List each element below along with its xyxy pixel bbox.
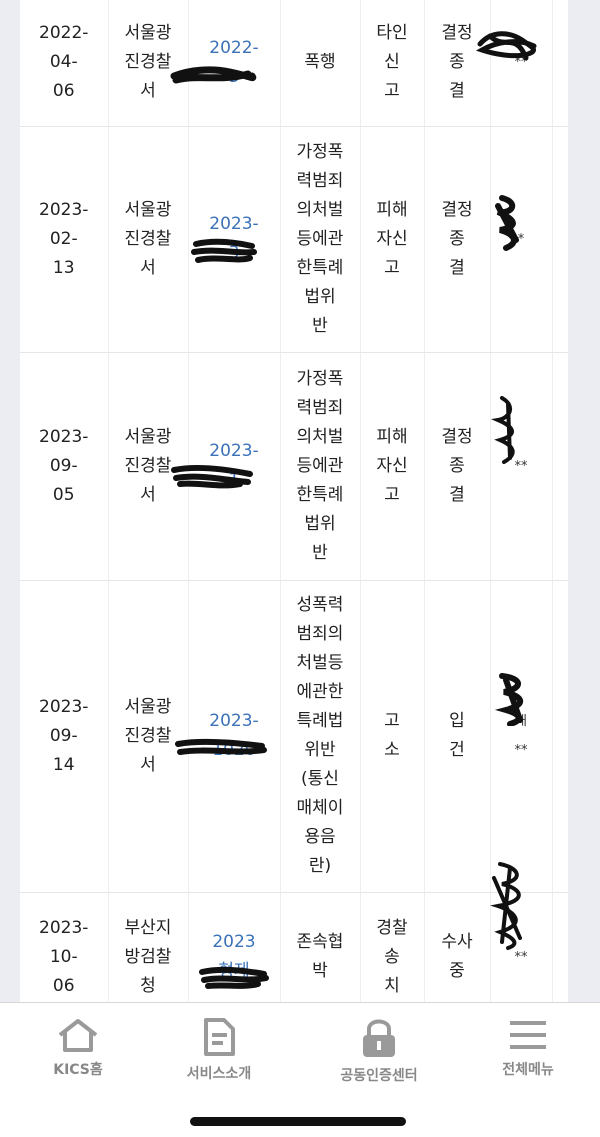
- charge-cell: 존속협 박: [280, 892, 361, 1002]
- left-margin: [0, 0, 20, 1002]
- agency-cell: 서울광 진경찰 서: [108, 126, 189, 353]
- table-row: 2023- 09- 05 서울광 진경찰 서 2023- 1 가정폭 력범죄 의…: [20, 352, 568, 581]
- agency-cell: 부산지 방검찰 청: [108, 892, 189, 1002]
- overflow-cell: [552, 352, 568, 581]
- receipt-type-cell: 피해 자신 고: [360, 352, 425, 581]
- home-indicator[interactable]: [190, 1117, 406, 1126]
- nav-service-intro-label: 서비스소개: [186, 1066, 252, 1082]
- note-cell: **: [490, 0, 553, 127]
- table-row: 2022- 04- 06 서울광 진경찰 서 2022- 3 폭행 타인 신 고…: [20, 0, 568, 127]
- table-row: 2023- 10- 06 부산지 방검찰 청 2023 형제 존속협 박 경찰 …: [20, 892, 568, 1002]
- result-cell: 입 건: [424, 580, 491, 893]
- case-table-container[interactable]: 2022- 04- 06 서울광 진경찰 서 2022- 3 폭행 타인 신 고…: [20, 0, 568, 1002]
- date-cell: 2023- 02- 13: [20, 126, 109, 353]
- overflow-cell: [552, 892, 568, 1002]
- hamburger-menu-icon: [510, 1021, 546, 1049]
- note-cell: **: [490, 892, 553, 1002]
- agency-cell: 서울광 진경찰 서: [108, 0, 189, 127]
- nav-cert-center[interactable]: 공동인증센터: [304, 1017, 454, 1085]
- charge-cell: 성폭력 범죄의 처벌등 에관한 특례법 위반 (통신 매체이 용음 란): [280, 580, 361, 893]
- date-cell: 2023- 09- 05: [20, 352, 109, 581]
- right-margin: [568, 0, 600, 1002]
- charge-cell: 가정폭 력범죄 의처벌 등에관 한특례 법위 반: [280, 352, 361, 581]
- receipt-type-cell: 고 소: [360, 580, 425, 893]
- receipt-type-cell: 타인 신 고: [360, 0, 425, 127]
- lock-icon: [363, 1019, 395, 1057]
- charge-cell: 폭행: [280, 0, 361, 127]
- receipt-type-cell: 경찰 송 치: [360, 892, 425, 1002]
- nav-kics-home[interactable]: KICS홈: [3, 1017, 153, 1079]
- table-row: 2023- 02- 13 서울광 진경찰 서 2023- 3 가정폭 력범죄 의…: [20, 126, 568, 353]
- case-number-link[interactable]: 2023 형제: [188, 892, 281, 1002]
- case-number-link[interactable]: 2023- 1: [188, 352, 281, 581]
- case-number-link[interactable]: 2023- 1020: [188, 580, 281, 893]
- overflow-cell: [552, 580, 568, 893]
- nav-kics-home-label: KICS홈: [53, 1062, 103, 1078]
- document-icon: [204, 1018, 235, 1056]
- date-cell: 2023- 10- 06: [20, 892, 109, 1002]
- charge-cell: 가정폭 력범죄 의처벌 등에관 한특례 법위 반: [280, 126, 361, 353]
- date-cell: 2022- 04- 06: [20, 0, 109, 127]
- result-cell: 수사 중: [424, 892, 491, 1002]
- overflow-cell: [552, 126, 568, 353]
- nav-cert-center-label: 공동인증센터: [340, 1068, 418, 1084]
- overflow-cell: [552, 0, 568, 127]
- screen: 2022- 04- 06 서울광 진경찰 서 2022- 3 폭행 타인 신 고…: [0, 0, 600, 1137]
- nav-all-menu-label: 전체메뉴: [502, 1062, 554, 1078]
- result-cell: 결정 종 결: [424, 0, 491, 127]
- receipt-type-cell: 피해 자신 고: [360, 126, 425, 353]
- case-number-link[interactable]: 2023- 3: [188, 126, 281, 353]
- date-cell: 2023- 09- 14: [20, 580, 109, 893]
- note-cell: 재 **: [490, 580, 553, 893]
- table-row: 2023- 09- 14 서울광 진경찰 서 2023- 1020 성폭력 범죄…: [20, 580, 568, 893]
- nav-all-menu[interactable]: 전체메뉴: [453, 1017, 600, 1079]
- nav-service-intro[interactable]: 서비스소개: [144, 1017, 294, 1083]
- agency-cell: 서울광 진경찰 서: [108, 352, 189, 581]
- note-cell: **: [490, 352, 553, 581]
- result-cell: 결정 종 결: [424, 126, 491, 353]
- result-cell: 결정 종 결: [424, 352, 491, 581]
- agency-cell: 서울광 진경찰 서: [108, 580, 189, 893]
- home-icon: [58, 1019, 98, 1052]
- case-table: 2022- 04- 06 서울광 진경찰 서 2022- 3 폭행 타인 신 고…: [20, 0, 568, 1002]
- note-cell: *: [490, 126, 553, 353]
- case-number-link[interactable]: 2022- 3: [188, 0, 281, 127]
